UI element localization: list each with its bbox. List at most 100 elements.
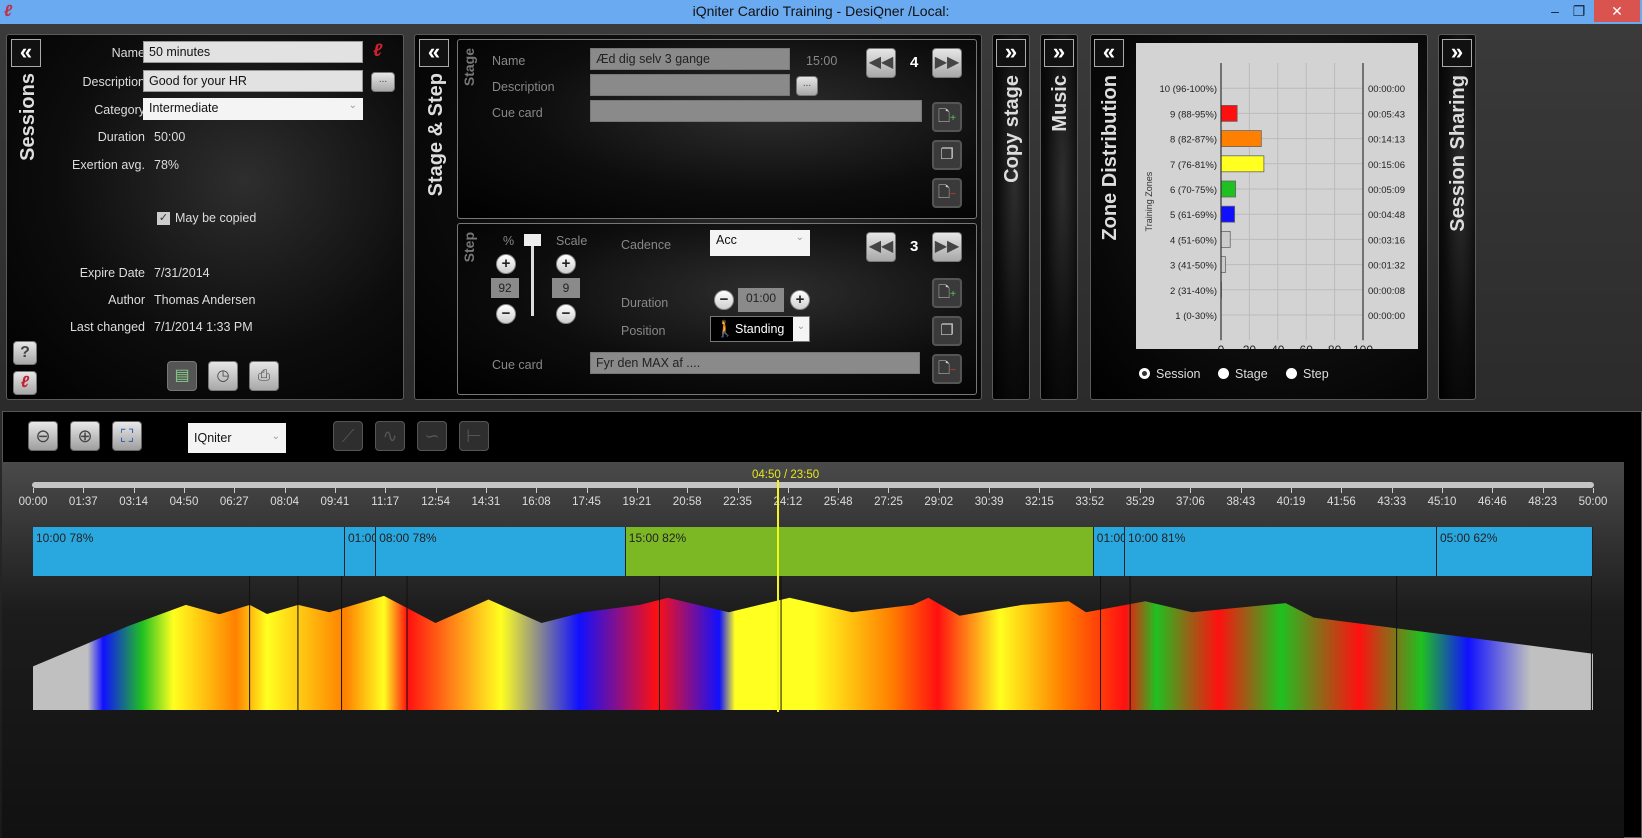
stage-block[interactable]: 05:00 62% xyxy=(1437,527,1593,576)
description-more-button[interactable]: ... xyxy=(371,72,395,92)
position-select[interactable]: 🚶 Standing ⌄ xyxy=(710,316,810,342)
intensity-area[interactable] xyxy=(33,595,1593,710)
zone-chart-svg: 0 20 40 60 80 100 10 (96-100%) 00:00:00 9 (88-95… xyxy=(1144,63,1405,357)
previous-step-button[interactable]: ◀◀ xyxy=(866,232,896,262)
time-tick-label: 17:45 xyxy=(572,496,601,508)
percent-slider-track[interactable] xyxy=(531,240,534,316)
stage-block[interactable]: 01:00 xyxy=(1093,527,1125,576)
stage-name-input[interactable]: Æd dig selv 3 gange xyxy=(590,48,790,70)
zoom-in-button[interactable]: ⊕ xyxy=(70,421,100,451)
stage-block[interactable]: 10:00 81% xyxy=(1125,527,1437,576)
radio-stage-dot[interactable] xyxy=(1218,368,1229,379)
copy-stage-button[interactable]: ❐ xyxy=(932,140,962,170)
close-button[interactable]: ✕ xyxy=(1594,0,1640,22)
schedule-session-button[interactable]: ◷ xyxy=(208,361,238,391)
music-title: Music xyxy=(1049,75,1071,132)
fit-to-screen-button[interactable]: ⛶ xyxy=(112,421,142,451)
time-tick xyxy=(1341,488,1343,493)
step-cue-input[interactable]: Fyr den MAX af .... xyxy=(590,352,920,374)
profile-type-select[interactable]: IQniter ⌄ xyxy=(188,423,286,453)
next-step-button[interactable]: ▶▶ xyxy=(932,232,962,262)
stage-block[interactable]: 10:00 78% xyxy=(33,527,345,576)
chevron-down-icon: ⌄ xyxy=(271,431,280,442)
time-tick xyxy=(636,488,638,493)
expand-copy-stage-button[interactable]: » xyxy=(996,39,1026,67)
add-step-button[interactable]: 🗋+ xyxy=(932,278,962,308)
stage-description-input[interactable] xyxy=(590,74,790,96)
stage-block[interactable]: 08:00 78% xyxy=(376,527,626,576)
print-button[interactable]: ⎙ xyxy=(249,361,279,391)
collapse-zone-distribution-button[interactable]: « xyxy=(1094,39,1124,67)
session-description-input[interactable]: Good for your HR xyxy=(143,70,363,92)
stage-section: Stage Name Æd dig selv 3 gange 15:00 Des… xyxy=(457,39,977,219)
collapse-stage-step-button[interactable]: « xyxy=(419,39,449,67)
import-session-button[interactable]: ▤ xyxy=(167,361,197,391)
expand-session-sharing-button[interactable]: » xyxy=(1442,39,1472,67)
stage-description-more-button[interactable]: ... xyxy=(796,76,818,96)
time-tick-label: 14:31 xyxy=(471,496,501,508)
y-axis-title: Training Zones xyxy=(1144,171,1154,231)
curve-step-button[interactable]: ∽ xyxy=(417,421,447,451)
zone-label: 3 (41-50%) xyxy=(1170,261,1217,272)
curve-ramp-button[interactable]: ⟋ xyxy=(333,421,363,451)
intensity-profile[interactable] xyxy=(33,576,1593,710)
may-copy-label: May be copied xyxy=(175,211,257,225)
delete-stage-button[interactable]: 🗋− xyxy=(932,178,962,208)
collapse-sessions-button[interactable]: « xyxy=(11,39,41,67)
copy-step-button[interactable]: ❐ xyxy=(932,316,962,346)
expand-music-button[interactable]: » xyxy=(1044,39,1074,67)
curve-wave-button[interactable]: ∿ xyxy=(375,421,405,451)
help-button[interactable]: ? xyxy=(13,341,37,365)
time-tick-label: 37:06 xyxy=(1176,496,1205,508)
chevron-down-icon: ⌄ xyxy=(793,317,809,341)
step-section: Step % + 92 − Scale + 9 − Cadence Acc ⌄ D… xyxy=(457,223,977,395)
sessions-title: Sessions xyxy=(17,73,39,161)
radio-session-dot[interactable] xyxy=(1139,368,1150,379)
time-tick xyxy=(1492,488,1494,493)
percent-increase-button[interactable]: + xyxy=(496,254,516,274)
duration-increase-button[interactable]: + xyxy=(790,290,810,310)
timeline-scrubber[interactable] xyxy=(32,482,1594,488)
copy-pages-icon: ❐ xyxy=(940,322,954,339)
time-tick xyxy=(385,488,387,493)
description-label: Description xyxy=(82,75,145,89)
iqniter-button[interactable]: ℓ xyxy=(13,371,37,395)
zoom-out-button[interactable]: ⊖ xyxy=(28,421,58,451)
curve-flat-button[interactable]: ⊢ xyxy=(459,421,489,451)
time-tick xyxy=(234,488,236,493)
session-sharing-panel: » Session Sharing xyxy=(1438,34,1476,400)
percent-value[interactable]: 92 xyxy=(491,278,519,298)
stage-duration: 15:00 xyxy=(806,54,838,68)
position-label: Position xyxy=(621,324,666,338)
delete-step-button[interactable]: 🗋− xyxy=(932,354,962,384)
category-select[interactable]: Intermediate ⌄ xyxy=(143,98,363,120)
scale-decrease-button[interactable]: − xyxy=(556,304,576,324)
radio-step[interactable]: Step xyxy=(1286,367,1329,381)
stage-block[interactable]: 15:00 82% xyxy=(625,527,1094,576)
zone-label: 7 (76-81%) xyxy=(1170,160,1217,171)
radio-step-dot[interactable] xyxy=(1286,368,1297,379)
zone-label: 1 (0-30%) xyxy=(1175,311,1217,322)
stage-block[interactable]: 01:00 xyxy=(345,527,377,576)
percent-decrease-button[interactable]: − xyxy=(496,304,516,324)
scale-value[interactable]: 9 xyxy=(552,278,580,298)
next-stage-button[interactable]: ▶▶ xyxy=(932,48,962,78)
may-copy-checkbox[interactable]: ✓ xyxy=(157,212,170,225)
add-stage-button[interactable]: 🗋+ xyxy=(932,102,962,132)
time-tick xyxy=(1190,488,1192,493)
stage-cue-input[interactable] xyxy=(590,100,922,122)
playhead-cursor[interactable] xyxy=(776,480,779,712)
cadence-select[interactable]: Acc ⌄ xyxy=(710,230,810,256)
step-duration-value[interactable]: 01:00 xyxy=(738,288,784,312)
percent-slider-thumb[interactable] xyxy=(524,234,541,246)
zone-label: 5 (61-69%) xyxy=(1170,210,1217,221)
duration-decrease-button[interactable]: − xyxy=(714,290,734,310)
session-name-input[interactable]: 50 minutes xyxy=(143,41,363,63)
radio-stage[interactable]: Stage xyxy=(1218,367,1268,381)
radio-session[interactable]: Session xyxy=(1139,367,1200,381)
previous-stage-button[interactable]: ◀◀ xyxy=(866,48,896,78)
time-tick xyxy=(1442,488,1444,493)
scale-increase-button[interactable]: + xyxy=(556,254,576,274)
author-label: Author xyxy=(108,293,145,307)
restore-button[interactable]: ❐ xyxy=(1564,0,1594,22)
